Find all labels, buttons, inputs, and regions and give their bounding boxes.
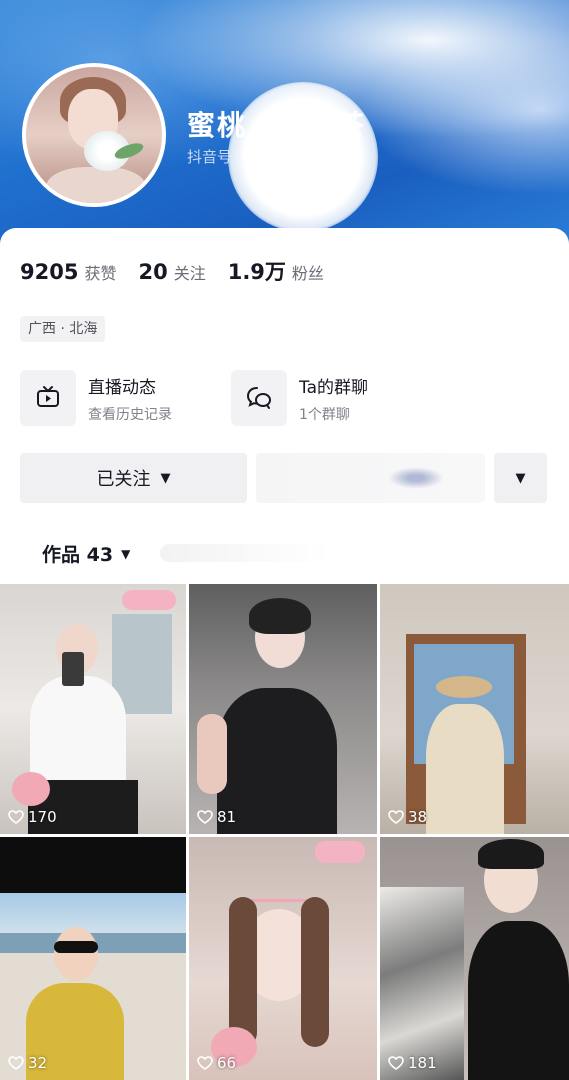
tab-works[interactable]: 作品 43 ▼ [42,540,130,567]
video-tile[interactable]: 181 [380,837,569,1080]
video-likes-count: 81 [217,808,237,826]
video-likes-count: 181 [408,1054,437,1072]
group-chat-subtitle: 1个群聊 [299,406,350,423]
tab-faded-blur [160,544,330,562]
stat-following[interactable]: 20 关注 [138,260,205,284]
person-body [30,676,126,786]
group-chat-entry[interactable]: Ta的群聊 1个群聊 [231,370,368,426]
tv-icon [20,370,76,426]
arm-decor [197,714,227,794]
video-grid: 170 81 38 32 66 181 [0,584,569,1080]
stat-likes: 9205 获赞 [20,260,116,284]
canvas-painting-decor [380,887,464,1080]
sticker-decor [122,590,176,610]
heart-icon [388,810,404,824]
followed-button[interactable]: 已关注 ▼ [20,453,247,503]
person-body [426,704,504,834]
heart-icon [388,1056,404,1070]
video-tile[interactable]: 66 [189,837,377,1080]
location-tag: 广西 · 北海 [20,316,106,342]
video-likes: 38 [388,808,427,826]
video-likes-count: 32 [28,1054,48,1072]
video-tile[interactable]: 38 [380,584,569,834]
stat-following-value: 20 [138,260,168,284]
stat-likes-label: 获赞 [84,264,117,283]
profile-card: 9205 获赞 20 关注 1.9万 粉丝 广西 · 北海 直播动态 查看历史记… [0,228,569,588]
caret-down-icon: ▼ [121,546,131,561]
person-body [468,921,569,1080]
video-tile[interactable]: 170 [0,584,186,834]
plush-decor [12,772,50,806]
video-likes-count: 38 [408,808,428,826]
stat-followers[interactable]: 1.9万 粉丝 [228,256,324,286]
redaction-blur [228,82,378,232]
video-likes-count: 170 [28,808,57,826]
redacted-label [387,467,444,489]
hair-decor [478,839,544,869]
heart-icon [197,810,213,824]
heart-icon [8,1056,24,1070]
phone-decor [62,652,84,686]
message-button[interactable] [256,453,485,503]
live-history-title: 直播动态 [88,377,156,398]
chat-bubbles-icon [231,370,287,426]
stat-following-label: 关注 [173,264,206,283]
video-tile[interactable]: 32 [0,837,186,1080]
douyin-id: 抖音号 [187,148,233,166]
video-likes-count: 66 [217,1054,237,1072]
avatar-body [46,167,146,203]
sunglasses-decor [54,941,98,953]
video-likes: 81 [197,808,236,826]
live-history-entry[interactable]: 直播动态 查看历史记录 [20,370,172,426]
person-head [54,927,98,981]
hat-decor [436,676,492,698]
tab-works-label: 作品 43 [42,544,114,566]
video-likes: 181 [388,1054,437,1072]
hair-decor [249,598,311,634]
stat-likes-value: 9205 [20,260,79,284]
heart-icon [197,1056,213,1070]
group-chat-title: Ta的群聊 [299,377,368,398]
heart-icon [8,810,24,824]
followed-button-label: 已关注 [96,469,151,490]
video-tile[interactable]: 81 [189,584,377,834]
stats-row: 9205 获赞 20 关注 1.9万 粉丝 [20,256,346,286]
live-history-subtitle: 查看历史记录 [88,406,172,423]
stat-followers-label: 粉丝 [291,264,324,283]
avatar[interactable] [22,63,166,207]
hair-decor [229,897,257,1047]
stat-followers-value: 1.9万 [227,260,286,284]
sticker-decor [315,841,365,863]
video-likes: 170 [8,808,57,826]
caret-down-icon: ▼ [515,470,526,486]
sky-decor [0,893,186,933]
more-options-button[interactable]: ▼ [494,453,547,503]
video-likes: 66 [197,1054,236,1072]
hair-decor [301,897,329,1047]
video-likes: 32 [8,1054,47,1072]
caret-down-icon: ▼ [160,470,171,486]
